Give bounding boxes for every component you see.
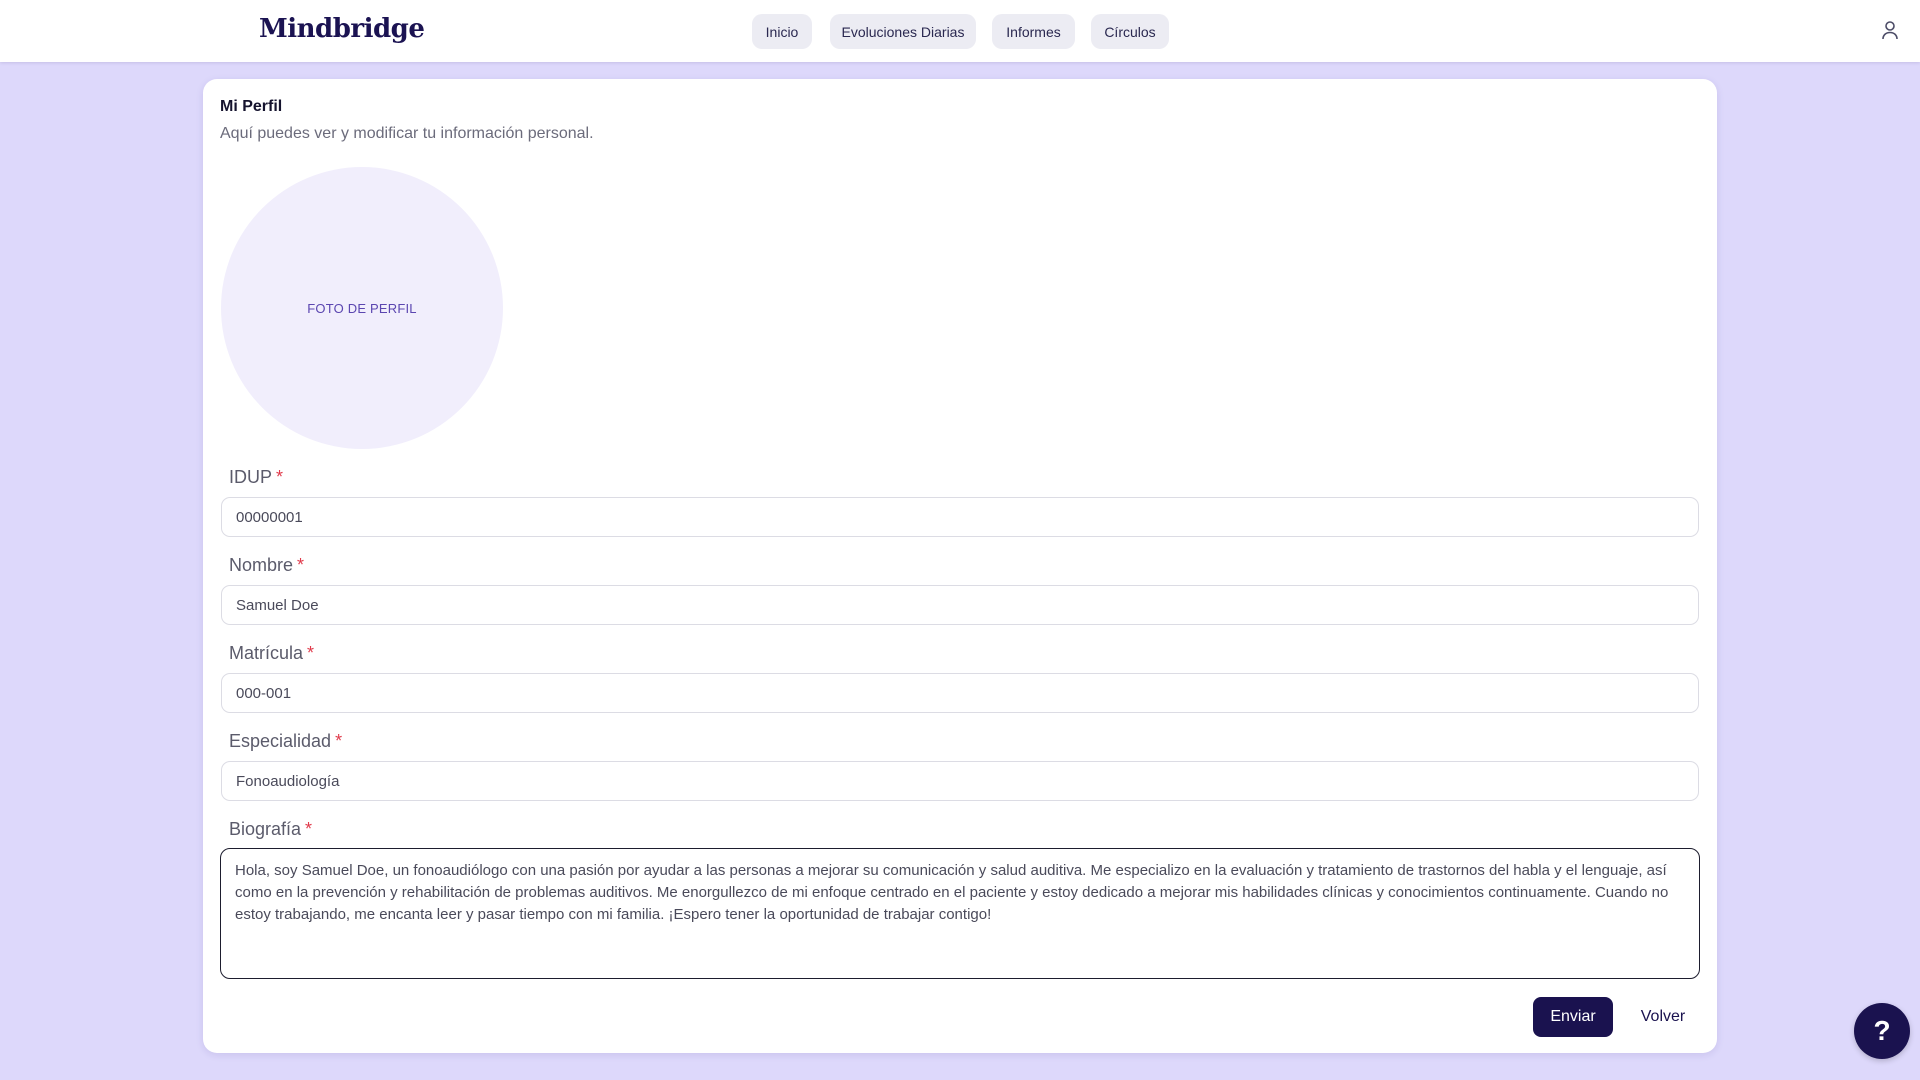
profile-card: Mi Perfil Aquí puedes ver y modificar tu… xyxy=(203,79,1717,1053)
back-button[interactable]: Volver xyxy=(1624,997,1702,1037)
matricula-field[interactable] xyxy=(221,673,1699,713)
biografia-textarea[interactable]: Hola, soy Samuel Doe, un fonoaudiólogo c… xyxy=(220,848,1700,979)
required-mark: * xyxy=(307,643,315,663)
especialidad-field[interactable] xyxy=(221,761,1699,801)
required-mark: * xyxy=(335,731,343,751)
nombre-field[interactable] xyxy=(221,585,1699,625)
page-subtitle: Aquí puedes ver y modificar tu informaci… xyxy=(220,125,594,142)
idup-label: IDUP * xyxy=(229,467,283,488)
nav-circulos[interactable]: Círculos xyxy=(1091,14,1169,49)
top-navbar: Mindbridge Inicio Evoluciones Diarias In… xyxy=(0,0,1920,62)
profile-photo-placeholder: FOTO DE PERFIL xyxy=(307,300,417,316)
help-icon[interactable]: ? xyxy=(1854,1003,1910,1059)
app-logo[interactable]: Mindbridge xyxy=(259,14,425,44)
nombre-label: Nombre * xyxy=(229,555,304,576)
profile-photo[interactable]: FOTO DE PERFIL xyxy=(221,167,503,449)
especialidad-label-text: Especialidad xyxy=(229,731,332,751)
required-mark: * xyxy=(297,555,305,575)
page-title: Mi Perfil xyxy=(220,98,283,115)
idup-label-text: IDUP xyxy=(229,467,273,487)
required-mark: * xyxy=(276,467,284,487)
matricula-label-text: Matrícula xyxy=(229,643,304,663)
required-mark: * xyxy=(305,819,313,839)
especialidad-label: Especialidad * xyxy=(229,731,342,752)
submit-button[interactable]: Enviar xyxy=(1533,997,1613,1037)
nombre-label-text: Nombre xyxy=(229,555,294,575)
user-icon[interactable] xyxy=(1881,20,1899,40)
idup-field[interactable] xyxy=(221,497,1699,537)
nav-inicio[interactable]: Inicio xyxy=(752,14,812,49)
matricula-label: Matrícula * xyxy=(229,643,314,664)
biografia-label-text: Biografía xyxy=(229,819,302,839)
nav-evoluciones-diarias[interactable]: Evoluciones Diarias xyxy=(830,14,976,49)
biografia-label: Biografía * xyxy=(229,819,312,840)
nav-informes[interactable]: Informes xyxy=(992,14,1075,49)
